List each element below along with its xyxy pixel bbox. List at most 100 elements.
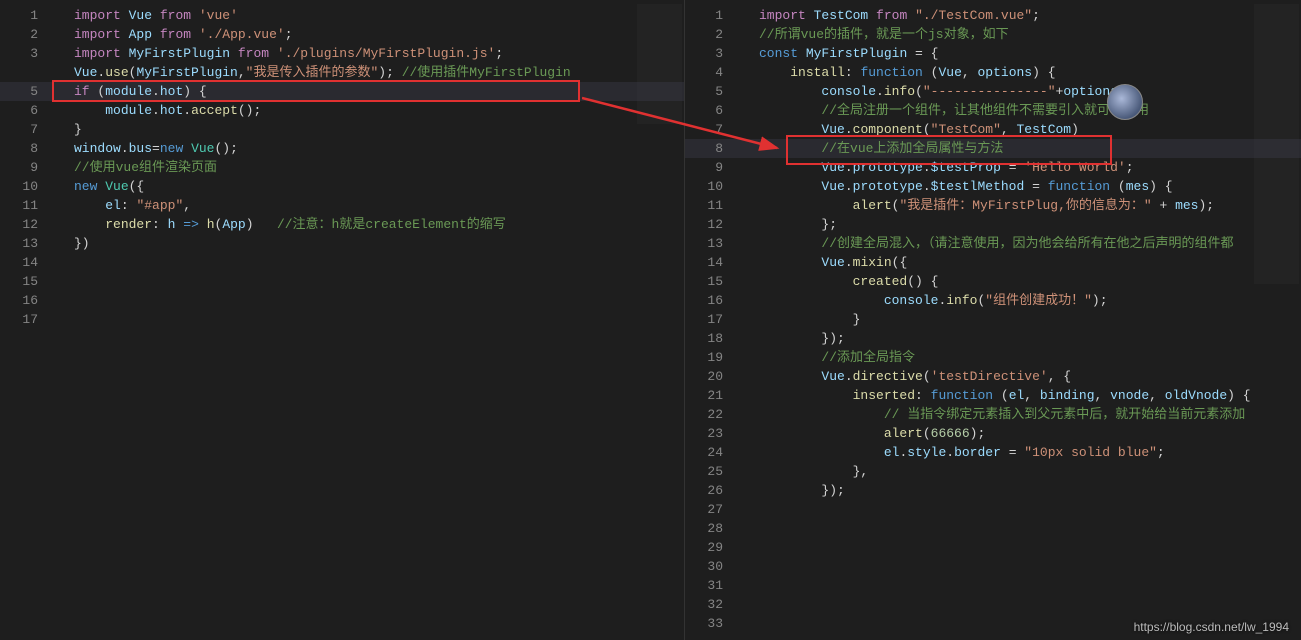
code-line[interactable]: alert(66666); bbox=[759, 424, 1301, 443]
editor-pane-right[interactable]: 1234567891011121314151617181920212223242… bbox=[685, 0, 1301, 640]
code-token: (); bbox=[214, 141, 237, 156]
code-token: from bbox=[238, 46, 269, 61]
line-number: 7 bbox=[0, 120, 38, 139]
code-line[interactable]: Vue.mixin({ bbox=[759, 253, 1301, 272]
line-number: 10 bbox=[685, 177, 723, 196]
code-line[interactable]: import MyFirstPlugin from './plugins/MyF… bbox=[74, 44, 684, 63]
code-token: }; bbox=[759, 217, 837, 232]
line-number: 15 bbox=[685, 272, 723, 291]
code-line[interactable]: render: h => h(App) //注意：h就是createElemen… bbox=[74, 215, 684, 234]
code-token: , bbox=[1024, 388, 1040, 403]
code-token: border bbox=[954, 445, 1001, 460]
code-token: render bbox=[105, 217, 152, 232]
code-token: ( bbox=[993, 388, 1009, 403]
code-line[interactable]: import App from './App.vue'; bbox=[74, 25, 684, 44]
code-token: //使用插件MyFirstPlugin bbox=[402, 65, 571, 80]
code-token bbox=[183, 141, 191, 156]
code-line[interactable]: }) bbox=[74, 234, 684, 253]
code-token bbox=[759, 350, 821, 365]
line-number: 3 bbox=[0, 44, 38, 63]
code-line[interactable]: //所谓vue的插件，就是一个js对象，如下 bbox=[759, 25, 1301, 44]
code-line[interactable]: console.info("组件创建成功！"); bbox=[759, 291, 1301, 310]
code-line[interactable]: window.bus=new Vue(); bbox=[74, 139, 684, 158]
code-line[interactable]: //全局注册一个组件，让其他组件不需要引入就可以调用 bbox=[759, 101, 1301, 120]
code-token: ( bbox=[923, 426, 931, 441]
code-line[interactable]: }); bbox=[759, 329, 1301, 348]
code-line[interactable]: import TestCom from "./TestCom.vue"; bbox=[759, 6, 1301, 25]
code-token: ; bbox=[495, 46, 503, 61]
code-token: "我是插件：MyFirstPlug,你的信息为：" bbox=[899, 198, 1151, 213]
code-token: ( bbox=[923, 369, 931, 384]
line-number: 12 bbox=[685, 215, 723, 234]
code-token: //所谓vue的插件，就是一个js对象，如下 bbox=[759, 27, 1009, 42]
line-number: 11 bbox=[685, 196, 723, 215]
code-area-right[interactable]: import TestCom from "./TestCom.vue"; //所谓… bbox=[741, 0, 1301, 640]
line-number: 23 bbox=[685, 424, 723, 443]
code-line[interactable]: //创建全局混入，（请注意使用，因为他会给所有在他之后声明的组件都 bbox=[759, 234, 1301, 253]
code-token: function bbox=[1048, 179, 1110, 194]
code-token: : bbox=[845, 65, 861, 80]
line-number: 5 bbox=[685, 82, 723, 101]
code-token: "10px solid blue" bbox=[1024, 445, 1157, 460]
code-line[interactable]: Vue.prototype.$testlMethod = function (m… bbox=[759, 177, 1301, 196]
line-number: 9 bbox=[685, 158, 723, 177]
line-number: 25 bbox=[685, 462, 723, 481]
code-token bbox=[759, 179, 821, 194]
code-line[interactable]: install: function (Vue, options) { bbox=[759, 63, 1301, 82]
code-token bbox=[759, 198, 853, 213]
code-line[interactable]: el.style.border = "10px solid blue"; bbox=[759, 443, 1301, 462]
code-token: ) { bbox=[1032, 65, 1055, 80]
code-line[interactable]: module.hot.accept(); bbox=[74, 101, 684, 120]
code-token: ) { bbox=[1149, 179, 1172, 194]
line-number: 30 bbox=[685, 557, 723, 576]
code-line[interactable]: //使用vue组件渲染页面 bbox=[74, 158, 684, 177]
code-line[interactable]: console.info("---------------"+options); bbox=[759, 82, 1301, 101]
code-line[interactable]: const MyFirstPlugin = { bbox=[759, 44, 1301, 63]
line-number: 28 bbox=[685, 519, 723, 538]
code-token: 66666 bbox=[931, 426, 970, 441]
code-line[interactable]: alert("我是插件：MyFirstPlug,你的信息为：" + mes); bbox=[759, 196, 1301, 215]
code-line[interactable]: import Vue from 'vue' bbox=[74, 6, 684, 25]
line-number bbox=[0, 63, 38, 82]
code-token: oldVnode bbox=[1165, 388, 1227, 403]
code-line[interactable]: // 当指令绑定元素插入到父元素中后，就开始给当前元素添加 bbox=[759, 405, 1301, 424]
code-line[interactable]: Vue.directive('testDirective', { bbox=[759, 367, 1301, 386]
code-line[interactable]: //添加全局指令 bbox=[759, 348, 1301, 367]
code-token: Vue bbox=[821, 179, 844, 194]
line-number: 8 bbox=[0, 139, 38, 158]
line-number: 18 bbox=[685, 329, 723, 348]
line-number: 6 bbox=[0, 101, 38, 120]
code-token: App bbox=[129, 27, 152, 42]
code-line[interactable]: inserted: function (el, binding, vnode, … bbox=[759, 386, 1301, 405]
code-token: // 当指令绑定元素插入到父元素中后，就开始给当前元素添加 bbox=[884, 407, 1245, 422]
code-token: new bbox=[160, 141, 183, 156]
code-token: ( bbox=[915, 84, 923, 99]
code-token: 'testDirective' bbox=[931, 369, 1048, 384]
code-line[interactable]: }; bbox=[759, 215, 1301, 234]
code-token bbox=[759, 293, 884, 308]
code-token: from bbox=[876, 8, 907, 23]
annotation-box-right bbox=[786, 135, 1112, 165]
code-line[interactable]: created() { bbox=[759, 272, 1301, 291]
code-token: mes bbox=[1175, 198, 1198, 213]
code-line[interactable]: el: "#app", bbox=[74, 196, 684, 215]
code-token: => bbox=[183, 217, 199, 232]
code-token bbox=[759, 388, 853, 403]
minimap-right[interactable] bbox=[1254, 4, 1299, 284]
code-token: //注意：h就是createElement的缩写 bbox=[277, 217, 506, 232]
line-number: 5 bbox=[0, 82, 38, 101]
code-line[interactable]: }); bbox=[759, 481, 1301, 500]
code-line[interactable]: } bbox=[74, 120, 684, 139]
code-line[interactable]: } bbox=[759, 310, 1301, 329]
code-token: console bbox=[884, 293, 939, 308]
line-number: 20 bbox=[685, 367, 723, 386]
code-token: install bbox=[790, 65, 845, 80]
code-line[interactable]: new Vue({ bbox=[74, 177, 684, 196]
code-token: inserted bbox=[853, 388, 915, 403]
line-number: 17 bbox=[0, 310, 38, 329]
code-token bbox=[759, 84, 821, 99]
minimap-left[interactable] bbox=[637, 4, 682, 124]
code-line[interactable]: }, bbox=[759, 462, 1301, 481]
line-number: 14 bbox=[0, 253, 38, 272]
code-token bbox=[759, 274, 853, 289]
